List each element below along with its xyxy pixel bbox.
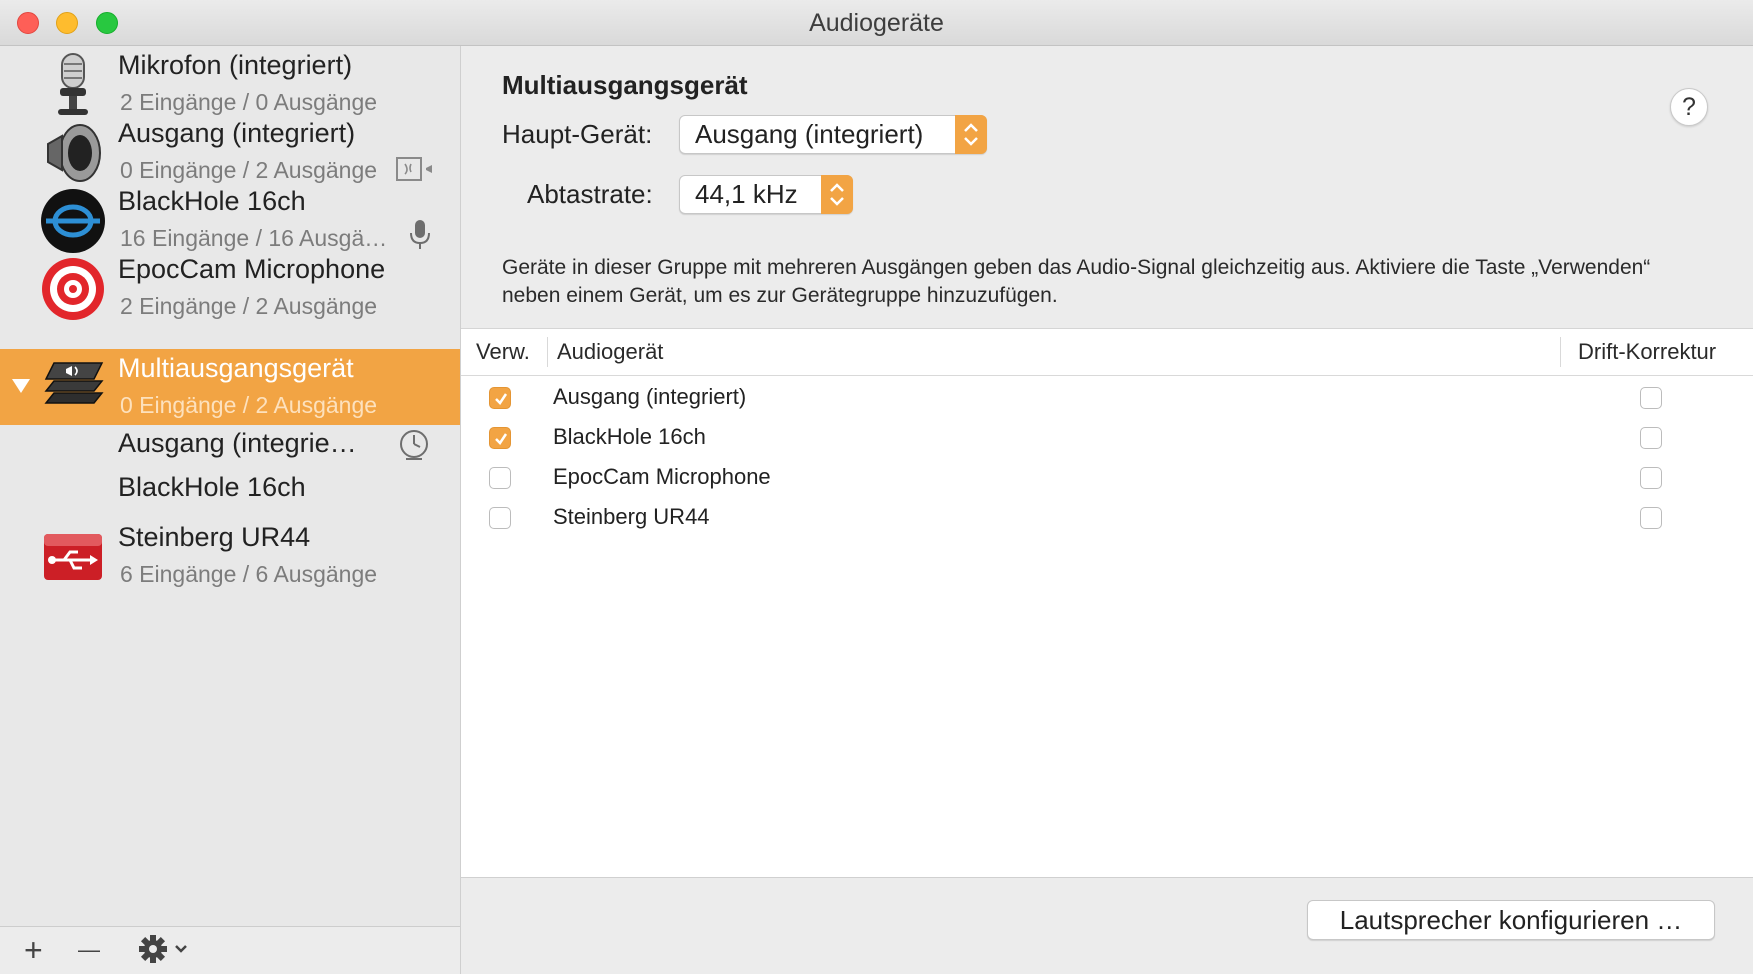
column-header-device[interactable]: Audiogerät — [557, 329, 663, 375]
device-io: 6 Eingänge / 6 Ausgänge — [120, 561, 378, 587]
title-bar: Audiogeräte — [0, 0, 1753, 46]
target-icon — [40, 256, 106, 322]
device-name: Steinberg UR44 — [118, 522, 311, 552]
popup-arrows-icon — [955, 115, 987, 154]
column-header-use[interactable]: Verw. — [476, 329, 530, 375]
device-io: 2 Eingänge / 0 Ausgänge — [120, 89, 378, 115]
device-item-steinberg[interactable]: Steinberg UR44 6 Eingänge / 6 Ausgänge — [0, 518, 460, 594]
master-device-popup[interactable]: Ausgang (integriert) — [679, 115, 987, 154]
column-divider — [547, 337, 548, 367]
sub-device-builtin-output[interactable]: Ausgang (integrie… — [118, 428, 357, 459]
popup-arrows-icon — [821, 175, 853, 214]
use-checkbox[interactable] — [489, 507, 511, 529]
speaker-icon — [40, 120, 106, 186]
configure-speakers-button[interactable]: Lautsprecher konfigurieren … — [1307, 900, 1715, 940]
help-button[interactable]: ? — [1670, 88, 1708, 126]
table-row: Steinberg UR44 — [461, 497, 1753, 537]
window-title: Audiogeräte — [809, 9, 944, 37]
multi-output-icon — [40, 353, 106, 419]
use-checkbox[interactable] — [489, 467, 511, 489]
device-name: BlackHole 16ch — [118, 186, 306, 216]
device-name: BlackHole 16ch — [553, 424, 706, 449]
device-name: EpocCam Microphone — [118, 254, 386, 284]
device-sidebar: Mikrofon (integriert) 2 Eingänge / 0 Aus… — [0, 46, 461, 974]
device-item-builtin-output[interactable]: Ausgang (integriert) 0 Eingänge / 2 Ausg… — [0, 114, 460, 190]
blackhole-icon — [40, 188, 106, 254]
master-device-label: Haupt-Gerät: — [502, 119, 653, 149]
master-device-value: Ausgang (integriert) — [695, 119, 924, 149]
table-header: Verw. Audiogerät Drift-Korrektur — [461, 329, 1753, 376]
sub-device-table: Verw. Audiogerät Drift-Korrektur Ausgang… — [461, 328, 1753, 878]
use-checkbox[interactable] — [489, 427, 511, 449]
table-row: EpocCam Microphone — [461, 457, 1753, 497]
device-name: Ausgang (integriert) — [118, 118, 356, 148]
sample-rate-label: Abtastrate: — [527, 179, 653, 209]
device-name: EpocCam Microphone — [553, 464, 771, 489]
device-io: 16 Eingänge / 16 Ausgä… — [120, 225, 388, 251]
add-device-button[interactable]: + — [24, 927, 43, 974]
audio-midi-window: Audiogeräte Mikrofon (integriert) 2 Eing… — [0, 0, 1753, 974]
group-description: Geräte in dieser Gruppe mit mehreren Aus… — [502, 256, 1651, 307]
device-name: Ausgang (integriert) — [553, 384, 747, 409]
use-checkbox[interactable] — [489, 387, 511, 409]
column-divider — [1560, 337, 1561, 367]
device-item-epoccam[interactable]: EpocCam Microphone 2 Eingänge / 2 Ausgän… — [0, 250, 460, 326]
remove-device-button[interactable]: — — [78, 927, 100, 974]
column-header-drift[interactable]: Drift-Korrektur — [1578, 329, 1716, 375]
disclosure-triangle-icon[interactable] — [12, 379, 30, 393]
device-io: 0 Eingänge / 2 Ausgänge — [120, 392, 378, 418]
gear-icon[interactable] — [138, 934, 188, 974]
device-item-multi-output[interactable]: Multiausgangsgerät 0 Eingänge / 2 Ausgän… — [0, 349, 460, 425]
sidebar-toolbar: + — — [0, 926, 460, 974]
table-row: BlackHole 16ch — [461, 417, 1753, 457]
usb-audio-icon — [40, 524, 106, 590]
drift-correction-checkbox[interactable] — [1640, 427, 1662, 449]
drift-correction-checkbox[interactable] — [1640, 507, 1662, 529]
device-heading: Multiausgangsgerät — [502, 70, 748, 100]
device-name: Multiausgangsgerät — [118, 353, 354, 383]
device-item-microphone[interactable]: Mikrofon (integriert) 2 Eingänge / 0 Aus… — [0, 46, 460, 122]
sample-rate-value: 44,1 kHz — [695, 179, 798, 209]
drift-correction-checkbox[interactable] — [1640, 387, 1662, 409]
device-item-blackhole[interactable]: BlackHole 16ch 16 Eingänge / 16 Ausgä… — [0, 182, 460, 258]
microphone-icon — [40, 52, 106, 118]
sample-rate-popup[interactable]: 44,1 kHz — [679, 175, 853, 214]
clock-source-icon — [398, 428, 430, 467]
device-io: 0 Eingänge / 2 Ausgänge — [120, 157, 378, 183]
device-name: Mikrofon (integriert) — [118, 50, 353, 80]
table-row: Ausgang (integriert) — [461, 377, 1753, 417]
device-io: 2 Eingänge / 2 Ausgänge — [120, 293, 378, 319]
sub-device-blackhole[interactable]: BlackHole 16ch — [118, 472, 306, 503]
device-detail-pane: Multiausgangsgerät ? Haupt-Gerät: Ausgan… — [461, 46, 1753, 974]
drift-correction-checkbox[interactable] — [1640, 467, 1662, 489]
device-name: Steinberg UR44 — [553, 504, 710, 529]
